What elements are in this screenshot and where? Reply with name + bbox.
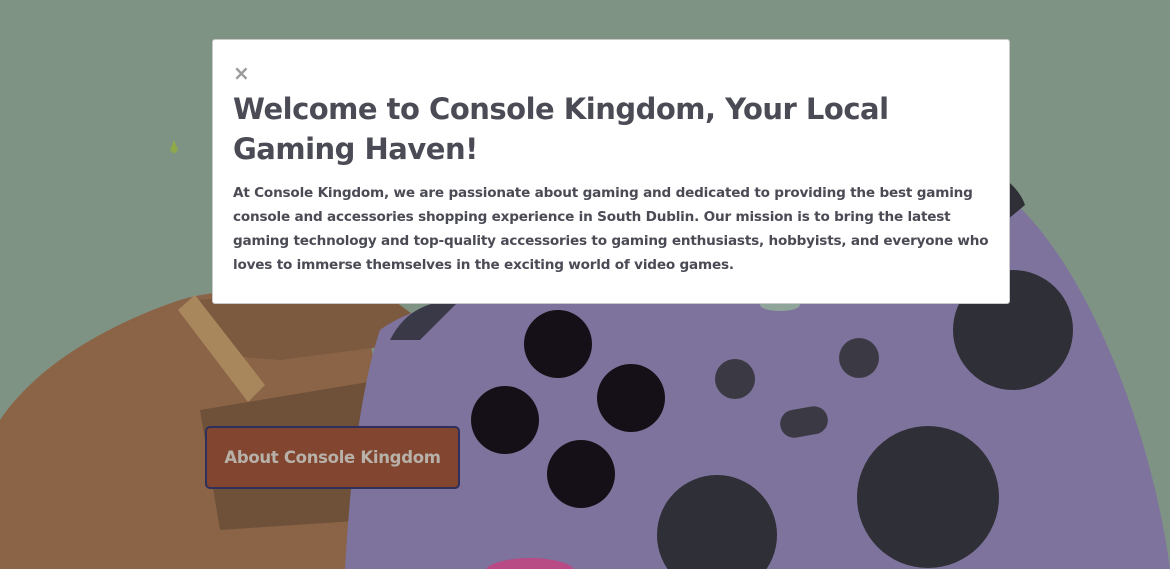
menu-button — [715, 359, 755, 399]
face-button — [547, 440, 615, 508]
modal-title: Welcome to Console Kingdom, Your Local G… — [233, 92, 889, 166]
about-console-kingdom-button[interactable]: About Console Kingdom — [205, 426, 460, 489]
welcome-modal: × Welcome to Console Kingdom, Your Local… — [212, 39, 1010, 304]
close-icon[interactable]: × — [233, 62, 251, 84]
sparkle-decoration — [170, 140, 178, 154]
analog-stick — [857, 426, 999, 568]
menu-button — [839, 338, 879, 378]
modal-description: At Console Kingdom, we are passionate ab… — [233, 185, 989, 273]
face-button — [524, 310, 592, 378]
face-button — [597, 364, 665, 432]
face-button — [471, 386, 539, 454]
